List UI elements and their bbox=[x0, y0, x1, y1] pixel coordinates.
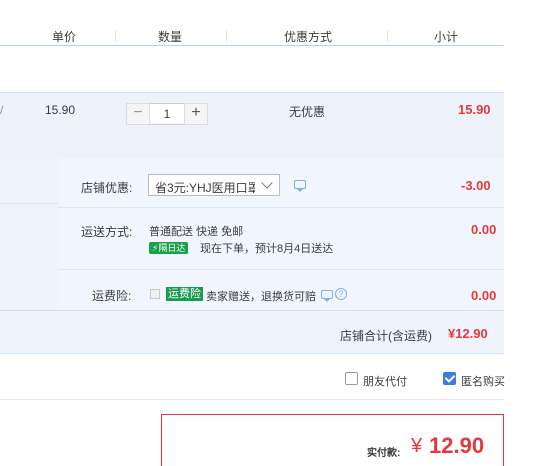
column-header: 单价 数量 优惠方式 小计 bbox=[0, 24, 504, 46]
col-header-subtotal: 小计 bbox=[434, 30, 459, 44]
anonymous-checkbox[interactable] bbox=[443, 372, 456, 385]
shop-left-panel bbox=[0, 158, 58, 310]
shipping-label: 运送方式: bbox=[81, 225, 133, 239]
help-icon[interactable]: ? bbox=[335, 288, 347, 300]
decrease-quantity-button[interactable]: − bbox=[126, 103, 150, 125]
insurance-value: 0.00 bbox=[471, 288, 497, 303]
item-subtotal: 15.90 bbox=[458, 102, 491, 117]
promo-text: 无优惠 bbox=[289, 105, 326, 119]
divider bbox=[115, 30, 116, 42]
currency-symbol: ¥ bbox=[411, 435, 423, 457]
increase-quantity-button[interactable]: + bbox=[184, 103, 208, 125]
insurance-text: 卖家赠送，退换货可赔 bbox=[206, 291, 316, 303]
friend-pay-label[interactable]: 朋友代付 bbox=[363, 373, 407, 389]
insurance-checkbox bbox=[150, 289, 160, 299]
quantity-input[interactable]: 1 bbox=[150, 103, 184, 125]
discount-select-value: 省3元:YHJ医用口罩 bbox=[155, 181, 255, 195]
shop-total-value: ¥12.90 bbox=[448, 326, 488, 341]
discount-value: -3.00 bbox=[461, 178, 491, 193]
col-header-quantity: 数量 bbox=[158, 30, 183, 44]
col-header-price: 单价 bbox=[52, 30, 77, 44]
discount-label: 店铺优惠: bbox=[81, 181, 133, 195]
insurance-label: 运费险: bbox=[92, 289, 132, 303]
shop-total-label: 店铺合计(含运费) bbox=[340, 329, 432, 343]
shipping-value: 0.00 bbox=[471, 222, 497, 237]
shipping-method: 普通配送 快递 免邮 bbox=[149, 226, 244, 238]
divider bbox=[0, 399, 504, 400]
unit-price: 15.90 bbox=[45, 103, 76, 117]
divider bbox=[387, 30, 388, 42]
shipping-eta: 现在下单，预计8月4日送达 bbox=[200, 243, 334, 255]
payment-amount: 12.90 bbox=[429, 433, 485, 458]
row-edge-mark: / bbox=[0, 103, 4, 117]
chevron-down-icon bbox=[261, 177, 273, 189]
item-row bbox=[0, 92, 504, 158]
message-icon[interactable] bbox=[321, 290, 333, 302]
friend-pay-checkbox[interactable] bbox=[345, 372, 358, 385]
divider bbox=[226, 30, 227, 42]
divider bbox=[0, 203, 58, 204]
message-icon[interactable] bbox=[294, 180, 306, 192]
insurance-tag: 运费险 bbox=[166, 287, 203, 301]
discount-select[interactable]: 省3元:YHJ医用口罩 bbox=[148, 174, 280, 196]
anonymous-label[interactable]: 匿名购买 bbox=[461, 373, 505, 389]
col-header-promo: 优惠方式 bbox=[284, 30, 333, 44]
payment-label: 实付款: bbox=[367, 448, 401, 459]
next-day-badge: ⚡隔日达 bbox=[149, 242, 189, 254]
quantity-stepper: − 1 + bbox=[126, 103, 208, 125]
